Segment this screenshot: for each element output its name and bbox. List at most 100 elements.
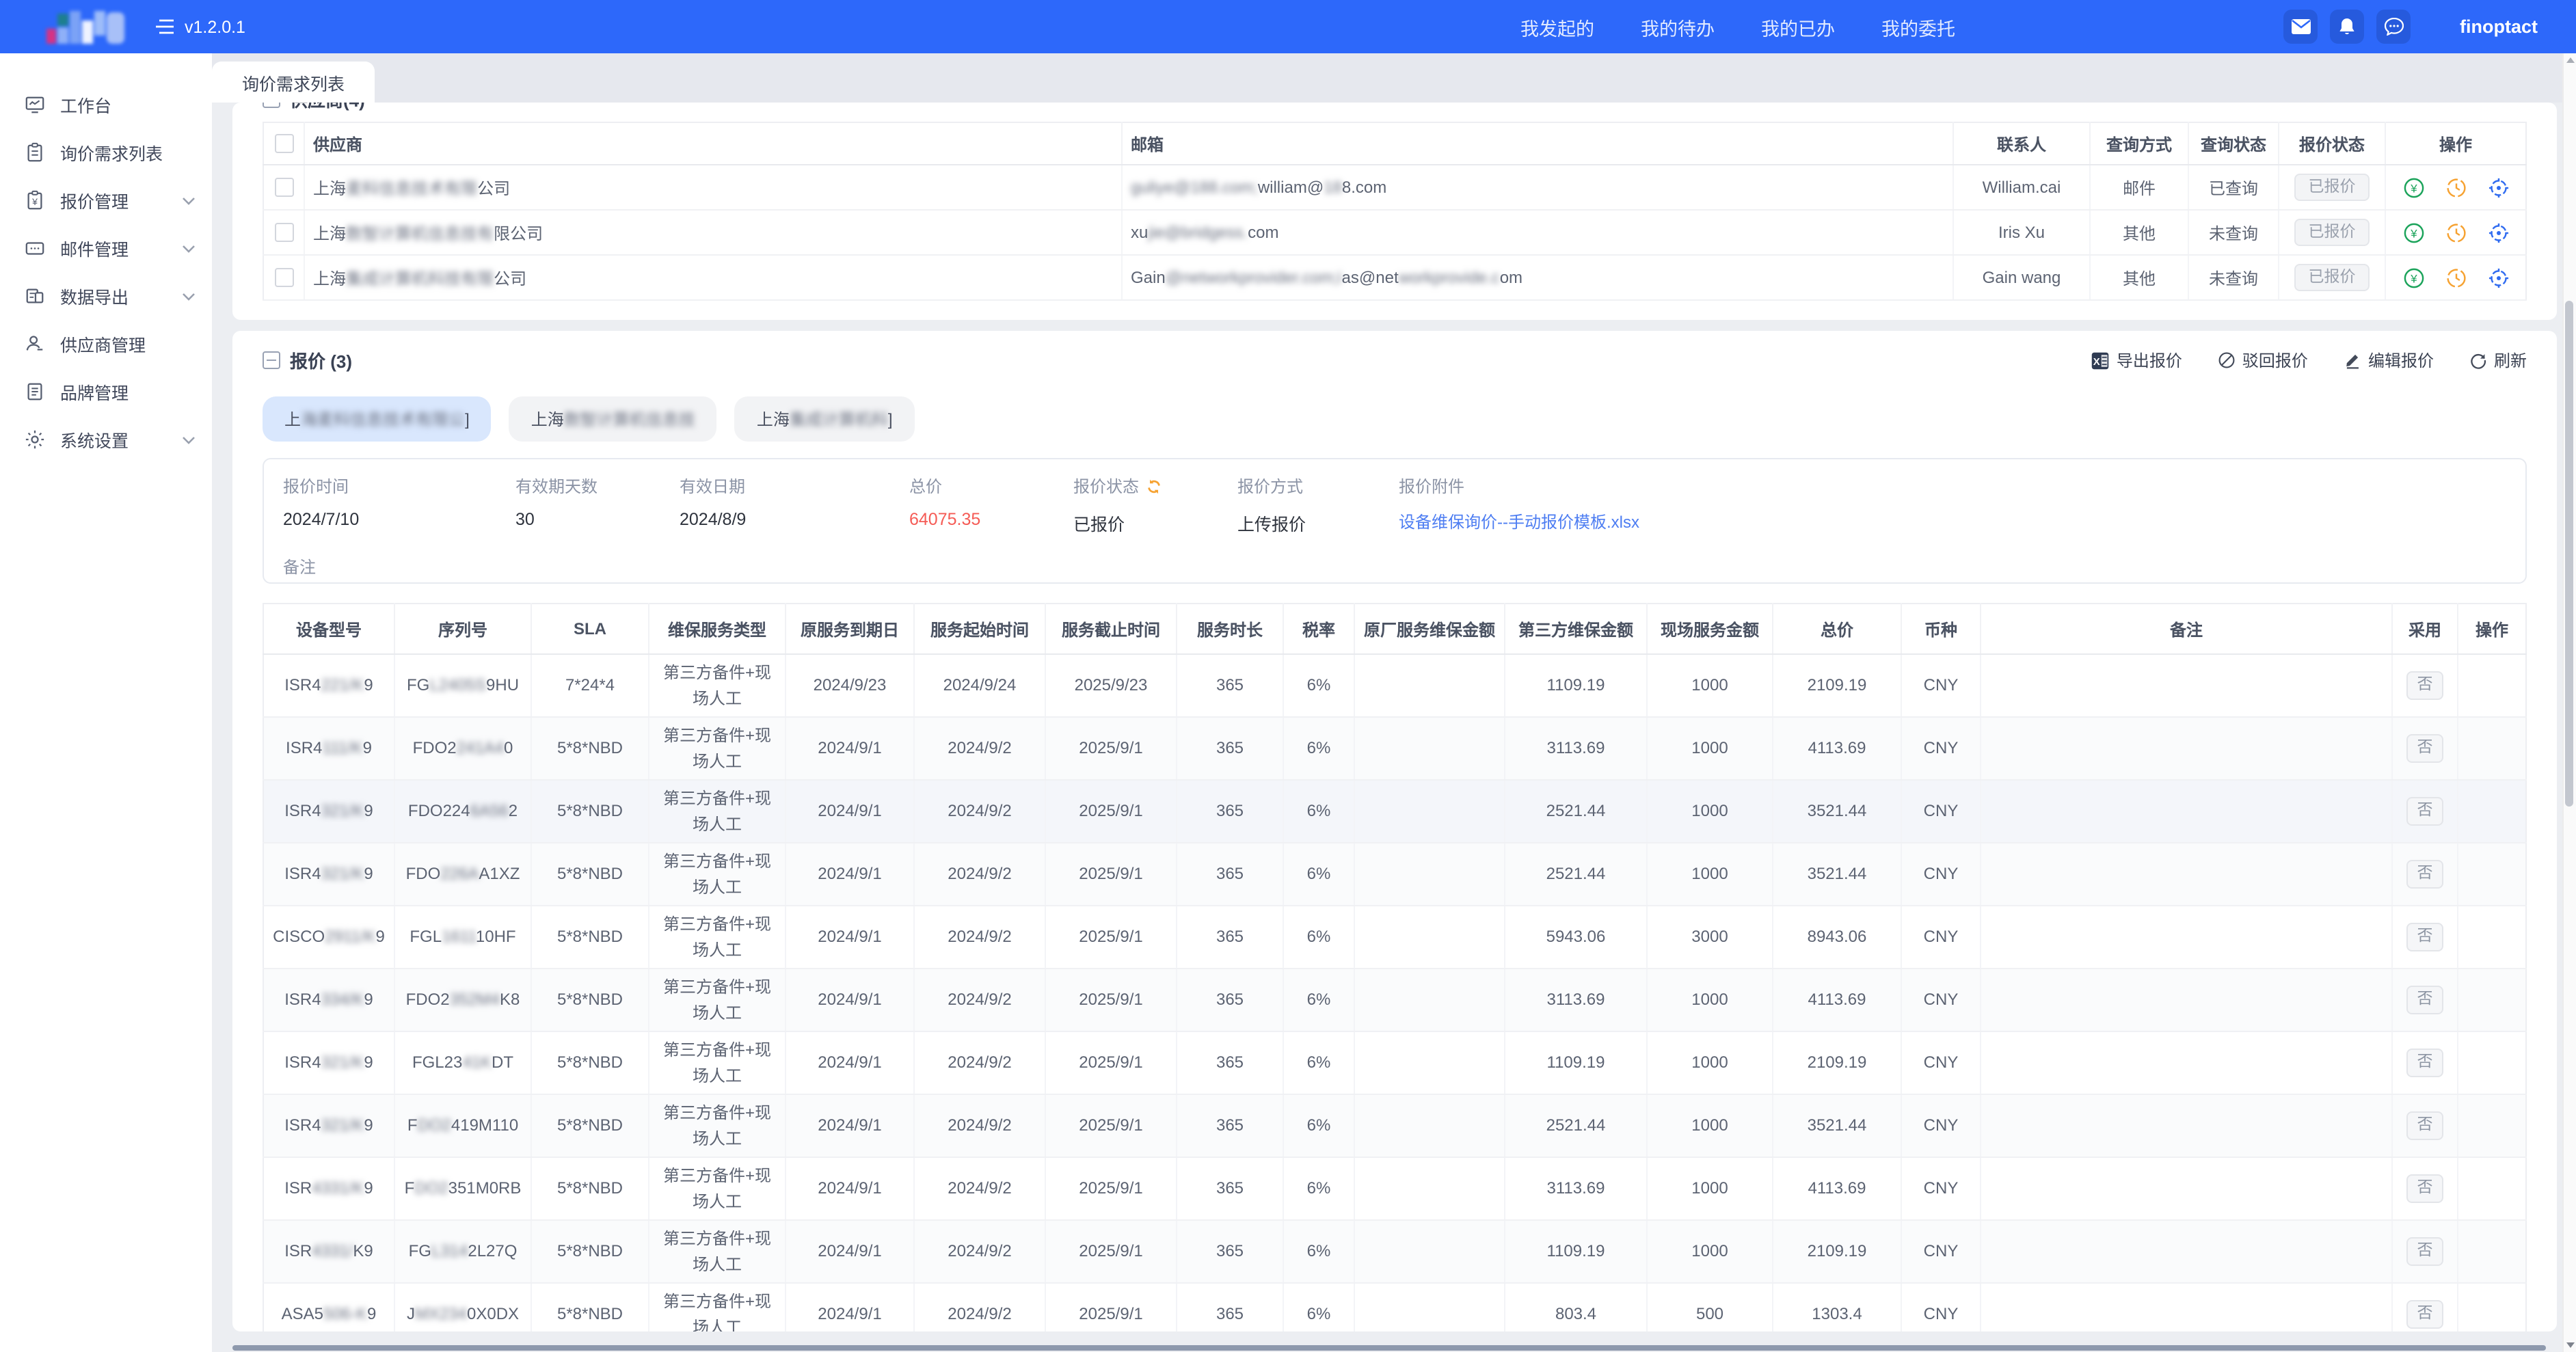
vertical-scrollbar[interactable] — [2562, 53, 2576, 1352]
sidebar-item-1[interactable]: 询价需求列表 — [0, 129, 212, 176]
nav-link-1[interactable]: 我的待办 — [1641, 13, 1715, 40]
adopt-toggle-button[interactable]: 否 — [2406, 1049, 2444, 1077]
device-cur-cell: CNY — [1901, 969, 1981, 1031]
nav-link-3[interactable]: 我的委托 — [1881, 13, 1955, 40]
redacted-text: 4331/K — [312, 1178, 364, 1198]
vertical-scrollbar-thumb[interactable] — [2565, 301, 2573, 807]
yen-circle-icon[interactable]: ¥ — [2403, 177, 2424, 198]
adopt-toggle-button[interactable]: 否 — [2406, 860, 2444, 888]
chevron-down-icon — [182, 244, 196, 252]
adopt-toggle-button[interactable]: 否 — [2406, 923, 2444, 951]
device-tax-cell: 6% — [1283, 1031, 1354, 1094]
sidebar-item-3[interactable]: 邮件管理 — [0, 224, 212, 272]
collapse-icon[interactable] — [263, 351, 280, 369]
device-start-cell: 2024/9/2 — [914, 780, 1045, 843]
scroll-down-arrow-icon[interactable] — [2566, 1342, 2574, 1348]
text-segment: 419M110 — [451, 1116, 518, 1135]
mail-icon[interactable] — [2283, 10, 2318, 44]
supplier-pill-1[interactable]: 上海数智计算机信息技 — [509, 396, 717, 442]
sidebar-item-6[interactable]: 品牌管理 — [0, 368, 212, 416]
redacted-text: L314 — [431, 1241, 468, 1260]
select-all-checkbox[interactable] — [274, 135, 293, 154]
current-username[interactable]: finoptact — [2460, 16, 2538, 37]
sidebar-item-5[interactable]: 供应商管理 — [0, 320, 212, 368]
attachment-link[interactable]: 设备维保询价--手动报价模板.xlsx — [1399, 510, 1639, 533]
adopt-toggle-button[interactable]: 否 — [2406, 986, 2444, 1014]
device-end-cell: 2025/9/1 — [1045, 717, 1177, 780]
redacted-text: 18 — [1324, 178, 1342, 197]
text-segment: ASA5 — [282, 1304, 323, 1323]
device-sla-cell: 5*8*NBD — [531, 843, 649, 906]
sidebar-item-4[interactable]: 数据导出 — [0, 272, 212, 320]
horizontal-scrollbar-thumb[interactable] — [232, 1345, 2546, 1351]
quote-action-3[interactable]: 刷新 — [2469, 349, 2527, 372]
quote-action-2[interactable]: 编辑报价 — [2344, 349, 2434, 372]
clock-icon[interactable] — [2445, 222, 2466, 243]
text-segment: ISR4 — [284, 801, 321, 820]
adopt-toggle-button[interactable]: 否 — [2406, 1300, 2444, 1328]
clipboard-icon — [25, 141, 46, 163]
adopt-toggle-button[interactable]: 否 — [2406, 797, 2444, 825]
yen-circle-icon[interactable]: ¥ — [2403, 267, 2424, 288]
device-model-cell: CISCO2911/K9 — [263, 906, 394, 969]
hamburger-menu-icon[interactable] — [156, 19, 174, 34]
adopt-toggle-button[interactable]: 否 — [2406, 1237, 2444, 1265]
adopt-toggle-button[interactable]: 否 — [2406, 734, 2444, 762]
bell-icon[interactable] — [2330, 10, 2364, 44]
text-segment: 限公司 — [494, 224, 543, 243]
clock-icon[interactable] — [2445, 177, 2466, 198]
device-table-header-row: 设备型号序列号SLA维保服务类型原服务到期日服务起始时间服务截止时间服务时长税率… — [263, 604, 2526, 654]
collapse-icon[interactable] — [263, 103, 280, 107]
device-expire-cell: 2024/9/1 — [786, 1157, 914, 1220]
device-serial-cell: FDO2241A40 — [394, 717, 531, 780]
sidebar-item-0[interactable]: 工作台 — [0, 81, 212, 129]
device-col-header: 设备型号 — [263, 604, 394, 654]
text-segment: K9 — [353, 1241, 373, 1260]
sidebar-item-7[interactable]: 系统设置 — [0, 416, 212, 463]
chevron-down-icon — [182, 292, 196, 300]
device-end-cell: 2025/9/1 — [1045, 843, 1177, 906]
device-end-cell: 2025/9/23 — [1045, 654, 1177, 717]
scroll-up-arrow-icon[interactable] — [2566, 57, 2574, 63]
device-start-cell: 2024/9/2 — [914, 1157, 1045, 1220]
yen-circle-icon[interactable]: ¥ — [2403, 222, 2424, 243]
supplier-pill-2[interactable]: 上海集成计算机科] — [735, 396, 915, 442]
tab-inquiry-list[interactable]: 询价需求列表 — [212, 62, 375, 103]
device-cur-cell: CNY — [1901, 1283, 1981, 1331]
device-serial-cell: FDO2352M4K8 — [394, 969, 531, 1031]
aim-icon[interactable] — [2488, 177, 2508, 198]
chevron-down-icon — [182, 196, 196, 204]
adopt-toggle-button[interactable]: 否 — [2406, 1111, 2444, 1139]
supplier-pill-0[interactable]: 上海麦科信息技术有限公] — [263, 396, 492, 442]
device-dur-cell: 365 — [1177, 843, 1283, 906]
row-actions-cell: ¥ — [2385, 255, 2526, 300]
redacted-text: 506-K — [323, 1304, 367, 1323]
chat-icon[interactable] — [2376, 10, 2411, 44]
nav-link-0[interactable]: 我发起的 — [1520, 13, 1594, 40]
row-checkbox[interactable] — [274, 178, 293, 198]
device-total-cell: 3521.44 — [1773, 1094, 1901, 1157]
clock-icon[interactable] — [2445, 267, 2466, 288]
device-dur-cell: 365 — [1177, 1094, 1283, 1157]
sidebar-item-2[interactable]: ¥报价管理 — [0, 176, 212, 224]
row-checkbox[interactable] — [274, 269, 293, 288]
row-checkbox[interactable] — [274, 224, 293, 243]
adopt-toggle-button[interactable]: 否 — [2406, 671, 2444, 699]
device-dur-cell: 365 — [1177, 906, 1283, 969]
aim-icon[interactable] — [2488, 267, 2508, 288]
device-oem-cell — [1354, 717, 1505, 780]
text-segment: FDO2 — [413, 738, 457, 757]
quote-action-0[interactable]: X导出报价 — [2091, 349, 2182, 372]
adopt-toggle-button[interactable]: 否 — [2406, 1174, 2444, 1202]
device-remark-cell — [1981, 654, 2392, 717]
device-col-header: 税率 — [1283, 604, 1354, 654]
device-remark-cell — [1981, 906, 2392, 969]
redacted-text: 2911/K — [325, 927, 375, 946]
device-dur-cell: 365 — [1177, 1157, 1283, 1220]
redacted-text: L2405S — [429, 675, 486, 694]
quote-action-1[interactable]: 驳回报价 — [2218, 349, 2308, 372]
aim-icon[interactable] — [2488, 222, 2508, 243]
device-col-header: 总价 — [1773, 604, 1901, 654]
nav-link-2[interactable]: 我的已办 — [1761, 13, 1835, 40]
device-col-header: 现场服务金额 — [1647, 604, 1773, 654]
